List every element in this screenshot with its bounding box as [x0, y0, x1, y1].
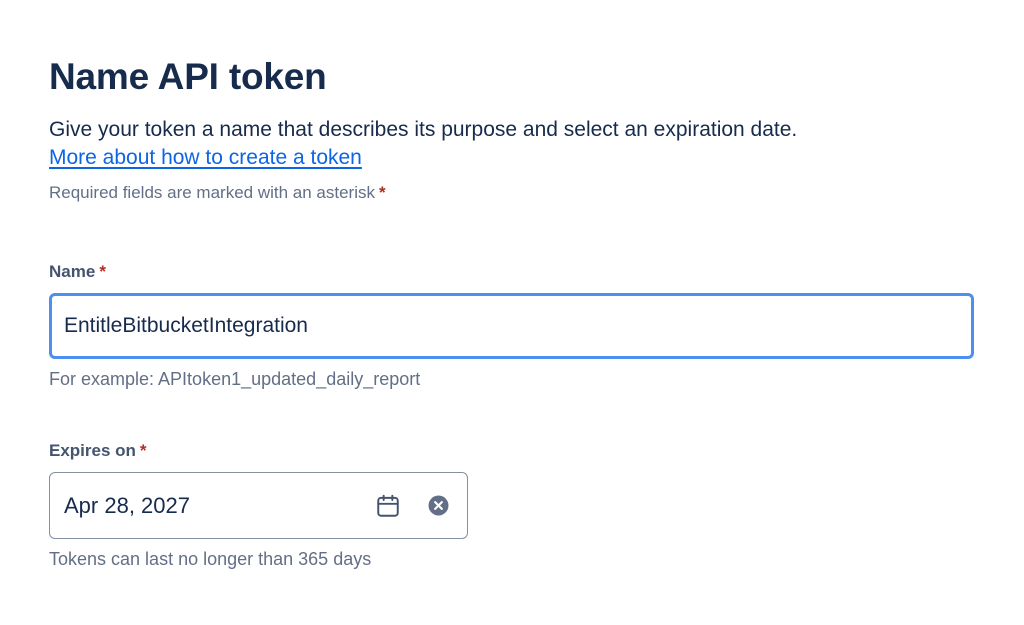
- form-description: Give your token a name that describes it…: [49, 118, 798, 141]
- calendar-icon[interactable]: [375, 493, 401, 519]
- name-label-text: Name: [49, 262, 96, 281]
- expires-field-group: Expires on * Apr 28, 2027 Tokens can last…: [49, 440, 468, 571]
- help-link[interactable]: More about how to create a token: [49, 144, 362, 172]
- required-fields-note: Required fields are marked with an aster…: [49, 182, 974, 204]
- required-note-text: Required fields are marked with an aster…: [49, 183, 375, 202]
- expires-date-value: Apr 28, 2027: [64, 492, 190, 518]
- name-input-value: EntitleBitbucketIntegration: [64, 314, 308, 337]
- expires-label: Expires on *: [49, 440, 468, 462]
- name-helper-text: For example: APItoken1_updated_daily_rep…: [49, 369, 421, 389]
- clear-icon[interactable]: [427, 495, 449, 517]
- name-field-group: Name * EntitleBitbucketIntegration For ex…: [49, 261, 974, 391]
- page-title: Name API token: [49, 56, 327, 97]
- name-required-asterisk: *: [99, 262, 106, 281]
- expires-date-picker[interactable]: Apr 28, 2027: [49, 472, 468, 539]
- expires-required-asterisk: *: [139, 441, 147, 460]
- name-label: Name *: [49, 261, 974, 283]
- name-input[interactable]: EntitleBitbucketIntegration: [49, 293, 974, 359]
- token-form: Name API token Give your token a name th…: [49, 54, 974, 569]
- expires-label-text: Expires on: [49, 441, 136, 460]
- expires-helper-text: Tokens can last no longer than 365 days: [49, 549, 372, 569]
- required-asterisk: *: [378, 183, 386, 202]
